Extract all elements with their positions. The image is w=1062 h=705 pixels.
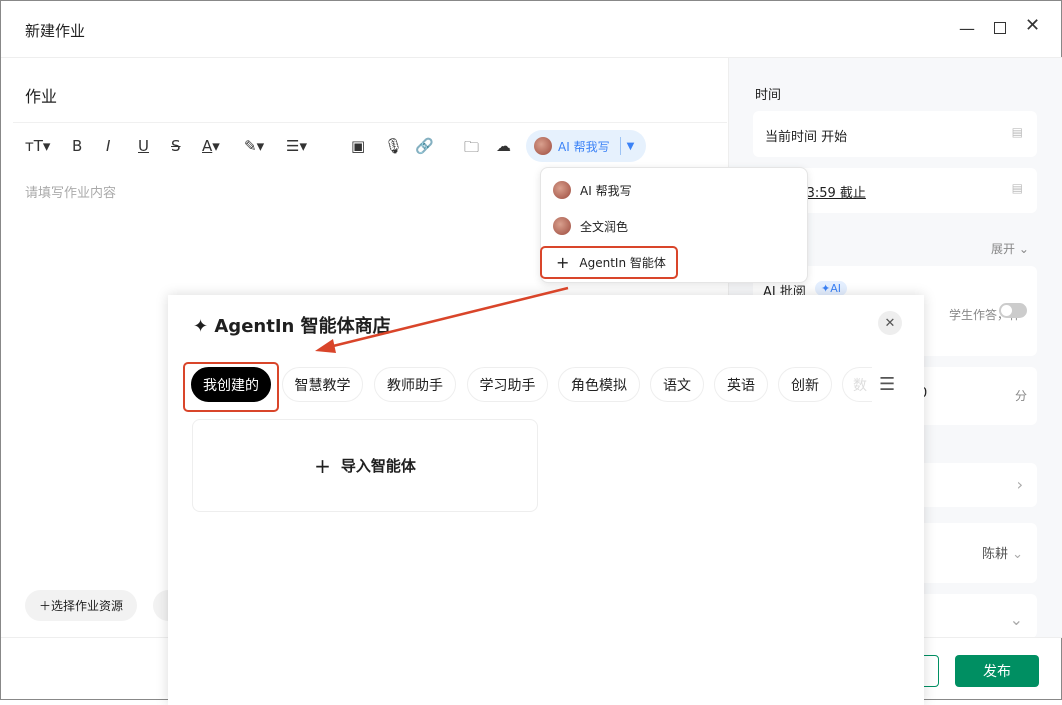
- window: 新建作业 — ✕ 时间 当前时间 开始 ▤ 9/15 23:59 截止 ▤ 展开…: [0, 0, 1062, 705]
- annotation-arrow: [315, 286, 569, 353]
